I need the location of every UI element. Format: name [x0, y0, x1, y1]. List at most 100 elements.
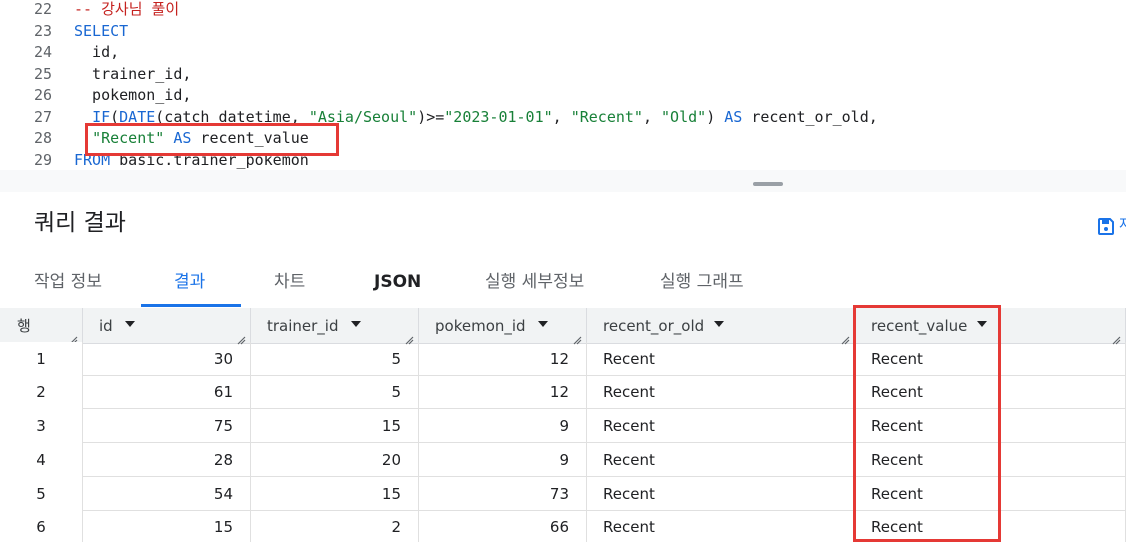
- sql-editor[interactable]: 22 -- 강사님 풀이 23 SELECT 24 id, 25 trainer_id, 2…: [0, 0, 1126, 173]
- column-resize-icon[interactable]: [573, 331, 582, 345]
- row-number: 5: [0, 477, 83, 511]
- tab-execution-details[interactable]: 실행 세부정보: [485, 256, 584, 308]
- column-resize-icon[interactable]: [69, 331, 78, 345]
- table-cell: 12: [419, 342, 587, 376]
- code-text: trainer_id,: [74, 64, 191, 86]
- code-token: SELECT: [74, 21, 129, 40]
- sort-arrow-icon[interactable]: [351, 321, 361, 327]
- table-row[interactable]: 6 15 2 66 Recent Recent: [0, 510, 1126, 542]
- code-text: -- 강사님 풀이: [74, 0, 179, 21]
- table-row[interactable]: 1 30 5 12 Recent Recent: [0, 342, 1126, 376]
- row-number: 2: [0, 375, 83, 409]
- table-cell: Recent: [587, 375, 855, 409]
- code-line[interactable]: 29 FROM basic.trainer_pokemon: [0, 150, 1126, 172]
- sort-arrow-icon[interactable]: [977, 321, 987, 327]
- sort-arrow-icon[interactable]: [125, 321, 135, 327]
- code-token: FROM: [74, 150, 111, 169]
- table-cell: 54: [83, 477, 251, 511]
- sort-arrow-icon[interactable]: [538, 321, 548, 327]
- code-line[interactable]: 25 trainer_id,: [0, 64, 1126, 86]
- tab-job-info[interactable]: 작업 정보: [34, 256, 102, 308]
- table-cell: 75: [83, 409, 251, 443]
- editor-footer: [0, 170, 1126, 192]
- code-token: pokemon_id,: [74, 86, 192, 104]
- code-token: recent_value: [191, 129, 309, 147]
- column-header-label: recent_or_old: [603, 317, 705, 335]
- code-token: -- 강사님 풀이: [74, 0, 180, 18]
- results-title: 쿼리 결과: [34, 210, 126, 236]
- line-number: 29: [33, 150, 52, 169]
- table-cell: 5: [251, 342, 419, 376]
- column-header-label: trainer_id: [267, 317, 339, 335]
- code-token: id,: [74, 43, 120, 61]
- table-cell: 30: [83, 342, 251, 376]
- table-row[interactable]: 3 75 15 9 Recent Recent: [0, 409, 1126, 443]
- active-tab-indicator: [141, 304, 241, 307]
- column-resize-icon[interactable]: [1112, 331, 1121, 345]
- tab-chart[interactable]: 차트: [274, 256, 305, 308]
- code-token: trainer_id,: [74, 64, 192, 83]
- tab-results[interactable]: 결과: [174, 256, 205, 308]
- code-text: FROM basic.trainer_pokemon: [74, 150, 309, 172]
- column-header[interactable]: pokemon_id: [419, 308, 587, 345]
- table-cell: Recent: [855, 342, 1126, 376]
- table-cell: 28: [83, 443, 251, 477]
- table-cell: 20: [251, 443, 419, 477]
- code-token: "2023-01-01": [444, 107, 553, 126]
- code-token: basic.trainer_pokemon: [110, 150, 309, 169]
- line-number: 25: [33, 64, 52, 83]
- save-label[interactable]: 저: [1119, 214, 1126, 234]
- column-header[interactable]: recent_value: [855, 308, 1126, 345]
- table-cell: Recent: [587, 477, 855, 511]
- table-cell: Recent: [855, 477, 1126, 511]
- column-header[interactable]: recent_or_old: [587, 308, 855, 345]
- column-resize-icon[interactable]: [841, 331, 850, 345]
- code-line[interactable]: 26 pokemon_id,: [0, 85, 1126, 107]
- column-resize-icon[interactable]: [237, 331, 246, 345]
- table-row[interactable]: 5 54 15 73 Recent Recent: [0, 477, 1126, 511]
- code-text: id,: [74, 42, 119, 64]
- code-token: (: [110, 107, 120, 126]
- line-number: 23: [33, 21, 52, 40]
- code-line[interactable]: 22 -- 강사님 풀이: [0, 0, 1126, 21]
- tab-execution-graph[interactable]: 실행 그래프: [660, 256, 744, 308]
- code-line[interactable]: 24 id,: [0, 42, 1126, 64]
- tab-json[interactable]: JSON: [374, 256, 421, 308]
- code-token: "Asia/Seoul": [308, 107, 418, 126]
- table-cell: Recent: [587, 443, 855, 477]
- save-icon[interactable]: [1097, 217, 1115, 235]
- column-resize-icon[interactable]: [405, 331, 414, 345]
- code-token: ,: [552, 107, 571, 126]
- table-cell: 2: [251, 510, 419, 542]
- table-cell: 66: [419, 510, 587, 542]
- line-number: 22: [33, 0, 52, 18]
- code-line[interactable]: 27 IF(DATE(catch_datetime, "Asia/Seoul")…: [0, 107, 1126, 129]
- code-text: SELECT: [74, 21, 128, 43]
- resize-handle[interactable]: [753, 182, 783, 186]
- column-header[interactable]: trainer_id: [251, 308, 419, 345]
- table-cell: 15: [251, 409, 419, 443]
- code-token: AS: [724, 107, 743, 126]
- column-header[interactable]: id: [83, 308, 251, 345]
- code-token: ): [706, 107, 725, 126]
- code-line[interactable]: 28 "Recent" AS recent_value: [0, 128, 1126, 150]
- code-token: recent_or_old,: [742, 107, 878, 126]
- column-header-label: recent_value: [871, 317, 968, 335]
- table-row[interactable]: 2 61 5 12 Recent Recent: [0, 375, 1126, 409]
- table-cell: Recent: [587, 342, 855, 376]
- code-text: pokemon_id,: [74, 85, 191, 107]
- code-token: "Recent": [92, 129, 165, 147]
- code-line[interactable]: 23 SELECT: [0, 21, 1126, 43]
- sort-arrow-icon[interactable]: [714, 321, 724, 327]
- row-number: 1: [0, 342, 83, 376]
- code-token: "Old": [661, 107, 707, 126]
- table-cell: 12: [419, 375, 587, 409]
- code-token: (catch_datetime,: [155, 107, 309, 126]
- table-cell: 9: [419, 443, 587, 477]
- table-row[interactable]: 4 28 20 9 Recent Recent: [0, 443, 1126, 477]
- code-text: "Recent" AS recent_value: [74, 128, 309, 150]
- code-token: )>=: [417, 107, 445, 126]
- line-number: 27: [33, 107, 52, 126]
